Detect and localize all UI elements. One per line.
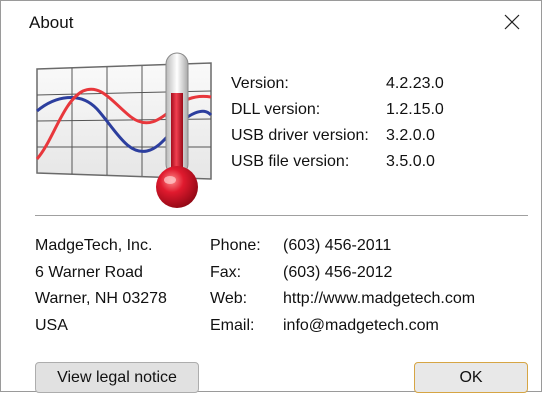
web-link[interactable]: http://www.madgetech.com [283, 286, 533, 313]
fax-label: Fax: [210, 263, 242, 281]
about-dialog: About Version: 4.2.23.0 DLL version: 1.2… [0, 0, 542, 393]
company-country: USA [35, 316, 68, 334]
usb-file-version-value: 3.5.0.0 [386, 153, 435, 170]
usb-file-version-row: USB file version: 3.5.0.0 [231, 149, 444, 175]
web-label: Web: [210, 290, 248, 307]
dll-version-label: DLL version: [231, 101, 321, 118]
ok-button[interactable]: OK [414, 362, 528, 393]
email-link[interactable]: info@madgetech.com [283, 313, 533, 340]
fax-value: (603) 456-2012 [283, 263, 393, 281]
usb-driver-version-row: USB driver version: 3.2.0.0 [231, 123, 444, 149]
close-icon [504, 14, 520, 30]
phone-value: (603) 456-2011 [283, 237, 392, 254]
close-button[interactable] [497, 7, 527, 37]
email-label: Email: [210, 316, 255, 334]
address-block: MadgeTech, Inc. 6 Warner Road Warner, NH… [35, 233, 210, 339]
contact-labels: Phone: Fax: Web: Email: [210, 233, 285, 339]
version-value: 4.2.23.0 [386, 75, 444, 92]
usb-file-version-label: USB file version: [231, 153, 350, 170]
view-legal-notice-button[interactable]: View legal notice [35, 362, 199, 393]
version-info: Version: 4.2.23.0 DLL version: 1.2.15.0 … [231, 71, 444, 175]
company-street: 6 Warner Road [35, 263, 143, 281]
madgetech-logo-icon [35, 52, 213, 208]
company-city: Warner, NH 03278 [35, 290, 167, 307]
dll-version-row: DLL version: 1.2.15.0 [231, 97, 444, 123]
version-row: Version: 4.2.23.0 [231, 71, 444, 97]
contact-values: (603) 456-2011 (603) 456-2012 http://www… [283, 233, 533, 339]
usb-driver-version-value: 3.2.0.0 [386, 127, 435, 144]
phone-label: Phone: [210, 237, 261, 254]
window-title: About [29, 13, 74, 32]
usb-driver-version-label: USB driver version: [231, 127, 369, 144]
version-label: Version: [231, 75, 289, 92]
title-bar: About [1, 1, 541, 45]
divider [35, 215, 528, 216]
company-name: MadgeTech, Inc. [35, 237, 153, 254]
dll-version-value: 1.2.15.0 [386, 101, 444, 118]
